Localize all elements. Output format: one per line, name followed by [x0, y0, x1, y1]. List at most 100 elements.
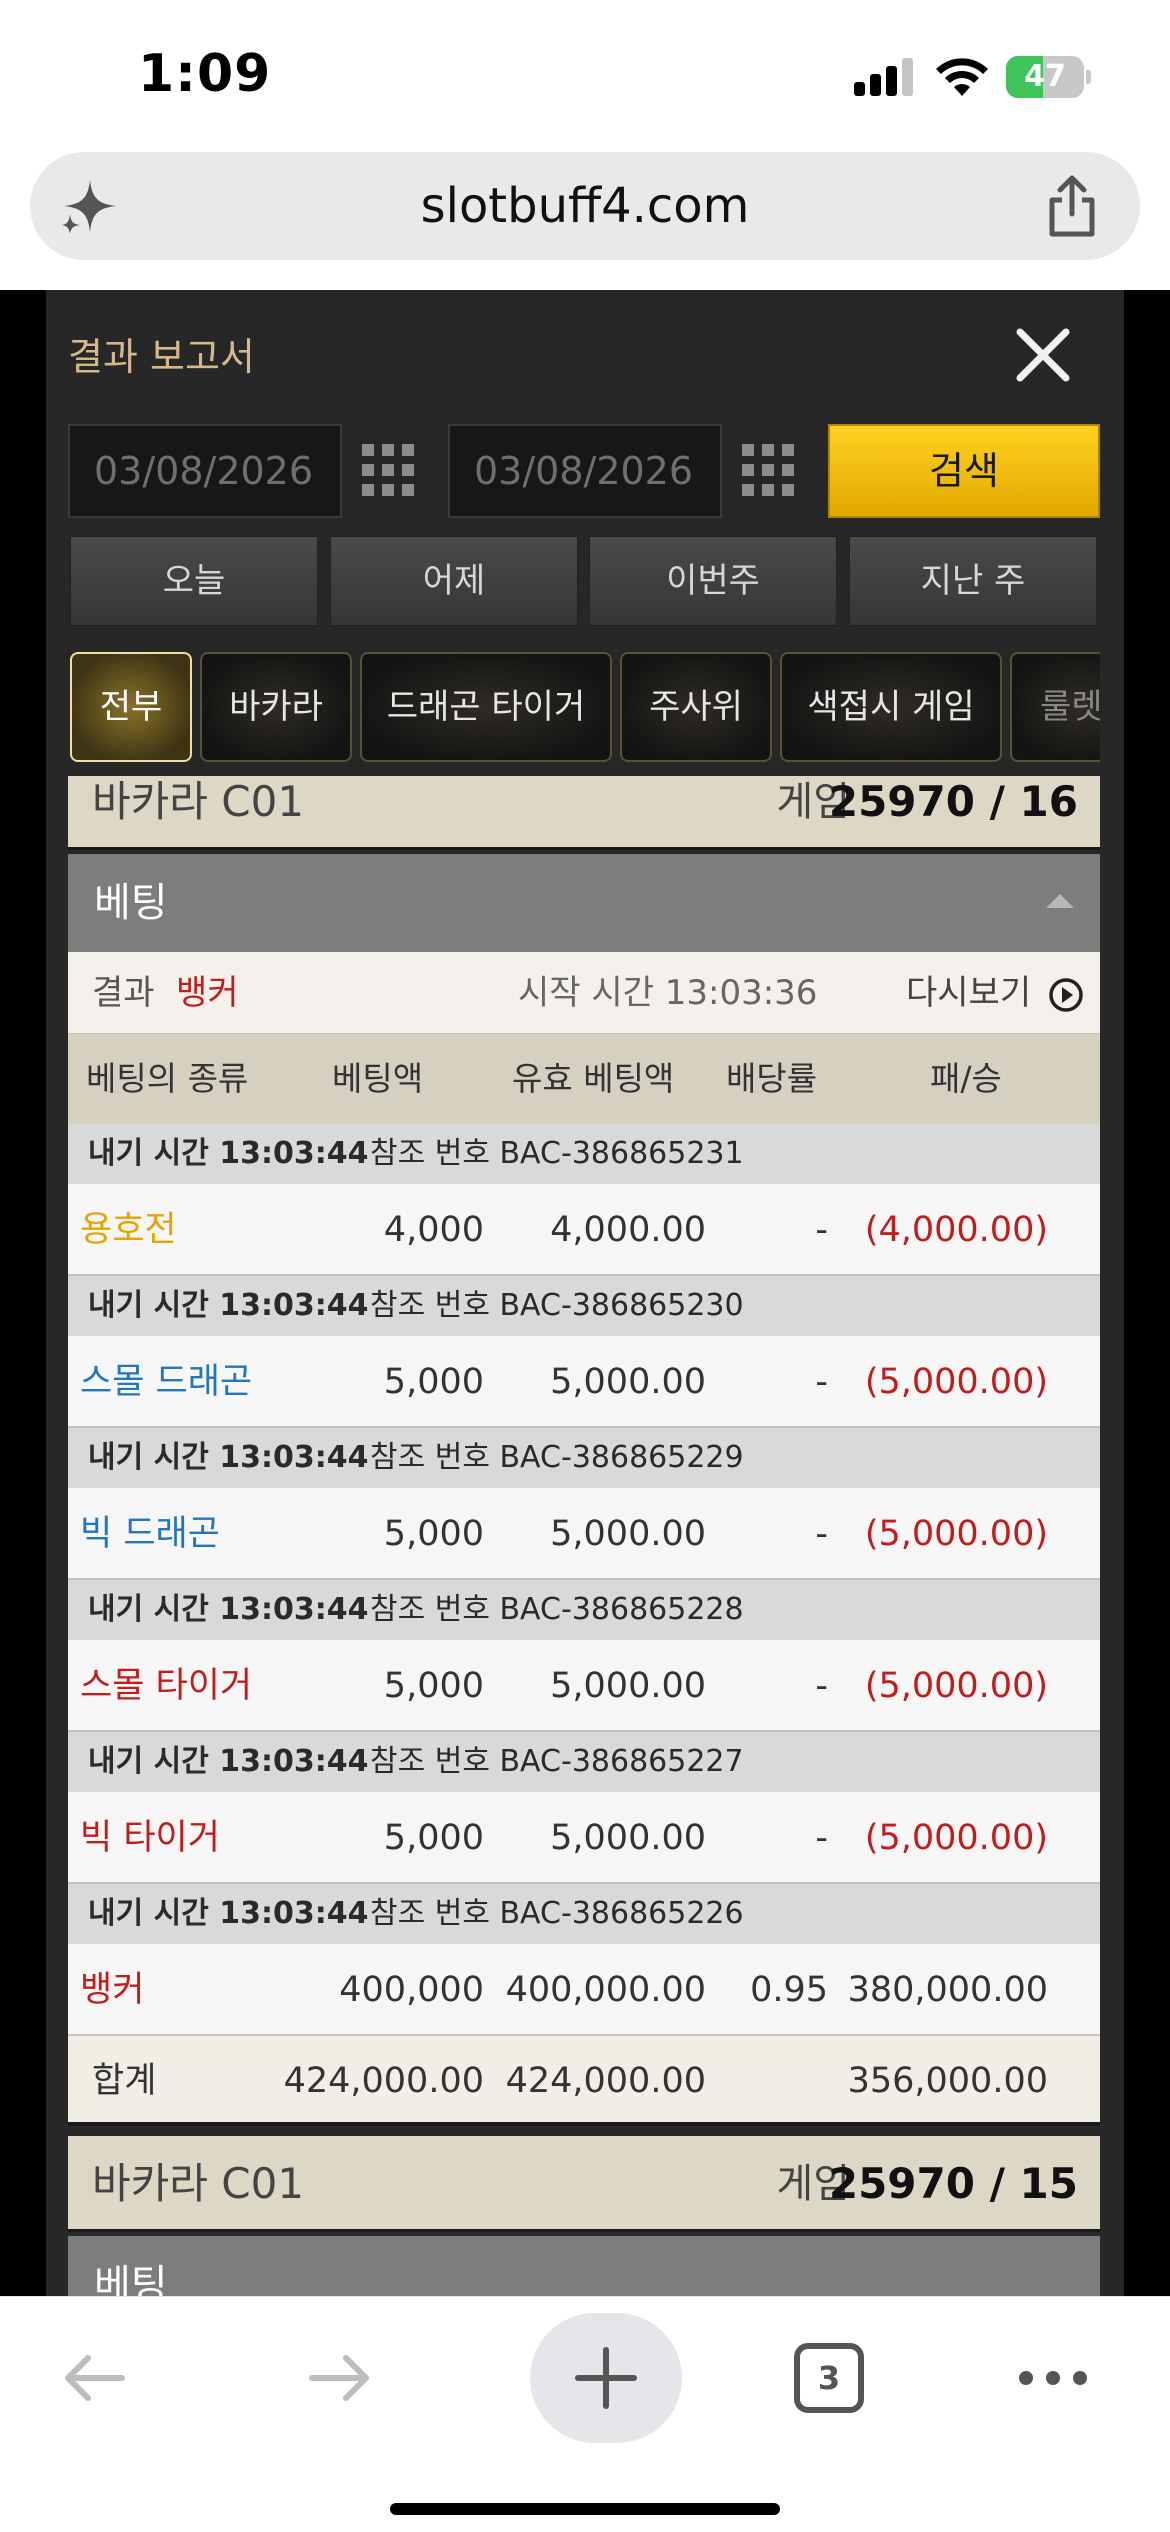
bet-type: 빅 타이거 — [80, 1818, 220, 1858]
bet-meta-row: 내기 시간 13:03:44 참조 번호 BAC-386865231 — [68, 1124, 1100, 1184]
betting-title: 베팅 — [94, 880, 168, 926]
status-bar: 1:09 47 — [0, 0, 1170, 150]
valid-bet-amount: 5,000.00 — [550, 1362, 706, 1402]
calendar-icon[interactable] — [742, 444, 796, 498]
total-label: 합계 — [92, 2061, 157, 2101]
browser-toolbar: 3 — [0, 2296, 1170, 2532]
plus-icon[interactable] — [568, 2340, 644, 2416]
bet-time: 내기 시간 13:03:44 — [88, 1440, 369, 1475]
bet-time: 내기 시간 13:03:44 — [88, 1592, 369, 1627]
bet-odds: 0.95 — [750, 1970, 828, 2010]
bet-amount: 5,000 — [383, 1514, 484, 1554]
forward-arrow-icon[interactable] — [294, 2333, 384, 2423]
share-icon[interactable] — [1044, 174, 1100, 238]
address-bar[interactable]: slotbuff4.com — [30, 152, 1140, 260]
bet-reference: 참조 번호 BAC-386865231 — [370, 1136, 744, 1171]
web-content: 결과 보고서 03/08/2026 03/08/2026 검색 오늘 어제 이번… — [0, 290, 1170, 2296]
cellular-signal-icon — [854, 58, 914, 96]
filter-tab-color-plate[interactable]: 색접시 게임 — [780, 652, 1002, 762]
bet-reference: 참조 번호 BAC-386865229 — [370, 1440, 744, 1475]
filter-tab-all[interactable]: 전부 — [70, 652, 192, 762]
bet-row: 스몰 타이거 5,000 5,000.00 - (5,000.00) — [68, 1640, 1100, 1732]
replay-link[interactable]: 다시보기 — [906, 952, 1031, 1034]
bet-type: 스몰 타이거 — [80, 1666, 253, 1706]
period-today-button[interactable]: 오늘 — [70, 536, 318, 626]
bet-time: 내기 시간 13:03:44 — [88, 1136, 369, 1171]
result-report-modal: 결과 보고서 03/08/2026 03/08/2026 검색 오늘 어제 이번… — [46, 290, 1124, 2296]
battery-cap — [1086, 70, 1091, 84]
bet-row: 용호전 4,000 4,000.00 - (4,000.00) — [68, 1184, 1100, 1276]
game-number: 25970 / 16 — [828, 777, 1078, 826]
url-text[interactable]: slotbuff4.com — [30, 152, 1140, 260]
column-header: 유효 베팅액 — [512, 1059, 675, 1098]
column-header: 베팅액 — [332, 1059, 424, 1098]
bet-win-loss: (5,000.00) — [864, 1514, 1048, 1554]
search-button[interactable]: 검색 — [828, 424, 1100, 518]
bet-amount: 5,000 — [383, 1666, 484, 1706]
betting-section-header[interactable]: 베팅 — [68, 2236, 1100, 2296]
bet-row: 빅 타이거 5,000 5,000.00 - (5,000.00) — [68, 1792, 1100, 1884]
bet-type: 빅 드래곤 — [80, 1514, 220, 1554]
bet-win-loss: (5,000.00) — [864, 1666, 1048, 1706]
bet-win-loss: 380,000.00 — [847, 1970, 1048, 2010]
bet-win-loss: (4,000.00) — [864, 1210, 1048, 1250]
bet-type: 스몰 드래곤 — [80, 1362, 253, 1402]
game-header[interactable]: 바카라 C01 게임 25970 / 16 — [68, 776, 1100, 850]
bet-row: 스몰 드래곤 5,000 5,000.00 - (5,000.00) — [68, 1336, 1100, 1428]
start-time: 시작 시간 13:03:36 — [518, 973, 818, 1013]
bet-reference: 참조 번호 BAC-386865227 — [370, 1744, 744, 1779]
bet-win-loss: (5,000.00) — [864, 1362, 1048, 1402]
bet-amount: 400,000 — [339, 1970, 484, 2010]
game-name: 바카라 C01 — [92, 777, 305, 826]
bet-row: 빅 드래곤 5,000 5,000.00 - (5,000.00) — [68, 1488, 1100, 1580]
bet-type: 용호전 — [80, 1210, 177, 1250]
valid-bet-amount: 5,000.00 — [550, 1818, 706, 1858]
bet-amount: 4,000 — [383, 1210, 484, 1250]
close-icon[interactable] — [1008, 320, 1078, 390]
filter-tab-roulette[interactable]: 룰렛 — [1010, 652, 1100, 762]
bet-table-header: 베팅의 종류 베팅액 유효 베팅액 배당률 패/승 — [68, 1034, 1100, 1124]
valid-bet-amount: 5,000.00 — [550, 1514, 706, 1554]
bet-reference: 참조 번호 BAC-386865230 — [370, 1288, 744, 1323]
new-tab-button[interactable] — [530, 2313, 682, 2443]
date-from-input[interactable]: 03/08/2026 — [68, 424, 342, 518]
collapse-caret-icon[interactable] — [1046, 894, 1074, 908]
bet-odds: - — [815, 1818, 828, 1858]
bet-type: 뱅커 — [80, 1970, 145, 2010]
valid-bet-amount: 400,000.00 — [505, 1970, 706, 2010]
back-arrow-icon[interactable] — [50, 2333, 140, 2423]
status-time: 1:09 — [138, 44, 272, 104]
period-last-week-button[interactable]: 지난 주 — [849, 536, 1097, 626]
bet-meta-row: 내기 시간 13:03:44 참조 번호 BAC-386865230 — [68, 1276, 1100, 1336]
betting-section-header[interactable]: 베팅 — [68, 854, 1100, 952]
period-this-week-button[interactable]: 이번주 — [589, 536, 837, 626]
bet-reference: 참조 번호 BAC-386865226 — [370, 1896, 744, 1931]
result-label: 결과 — [92, 973, 155, 1013]
total-bet-amount: 424,000.00 — [283, 2061, 484, 2101]
results-list: 바카라 C01 게임 25970 / 16 베팅 결과 뱅커 시작 시간 13:… — [68, 776, 1100, 2296]
filter-tab-dragon-tiger[interactable]: 드래곤 타이거 — [360, 652, 612, 762]
bet-meta-row: 내기 시간 13:03:44 참조 번호 BAC-386865227 — [68, 1732, 1100, 1792]
more-options-icon[interactable] — [1008, 2333, 1098, 2423]
filter-tab-dice[interactable]: 주사위 — [620, 652, 772, 762]
tabs-count-button[interactable]: 3 — [794, 2343, 864, 2413]
bet-meta-row: 내기 시간 13:03:44 참조 번호 BAC-386865229 — [68, 1428, 1100, 1488]
date-to-input[interactable]: 03/08/2026 — [448, 424, 722, 518]
bet-odds: - — [815, 1514, 828, 1554]
home-indicator — [390, 2503, 780, 2515]
bet-time: 내기 시간 13:03:44 — [88, 1896, 369, 1931]
column-header: 베팅의 종류 — [86, 1059, 249, 1098]
bet-time: 내기 시간 13:03:44 — [88, 1744, 369, 1779]
bet-amount: 5,000 — [383, 1818, 484, 1858]
column-header: 배당률 — [726, 1059, 818, 1098]
bet-reference: 참조 번호 BAC-386865228 — [370, 1592, 744, 1627]
game-header[interactable]: 바카라 C01 게임 25970 / 15 — [68, 2136, 1100, 2232]
filter-tab-baccarat[interactable]: 바카라 — [200, 652, 352, 762]
calendar-icon[interactable] — [362, 444, 416, 498]
valid-bet-amount: 5,000.00 — [550, 1666, 706, 1706]
play-circle-icon[interactable] — [1048, 977, 1084, 1013]
battery-icon: 47 — [1006, 56, 1084, 98]
bet-meta-row: 내기 시간 13:03:44 참조 번호 BAC-386865226 — [68, 1884, 1100, 1944]
period-yesterday-button[interactable]: 어제 — [330, 536, 578, 626]
bet-odds: - — [815, 1210, 828, 1250]
